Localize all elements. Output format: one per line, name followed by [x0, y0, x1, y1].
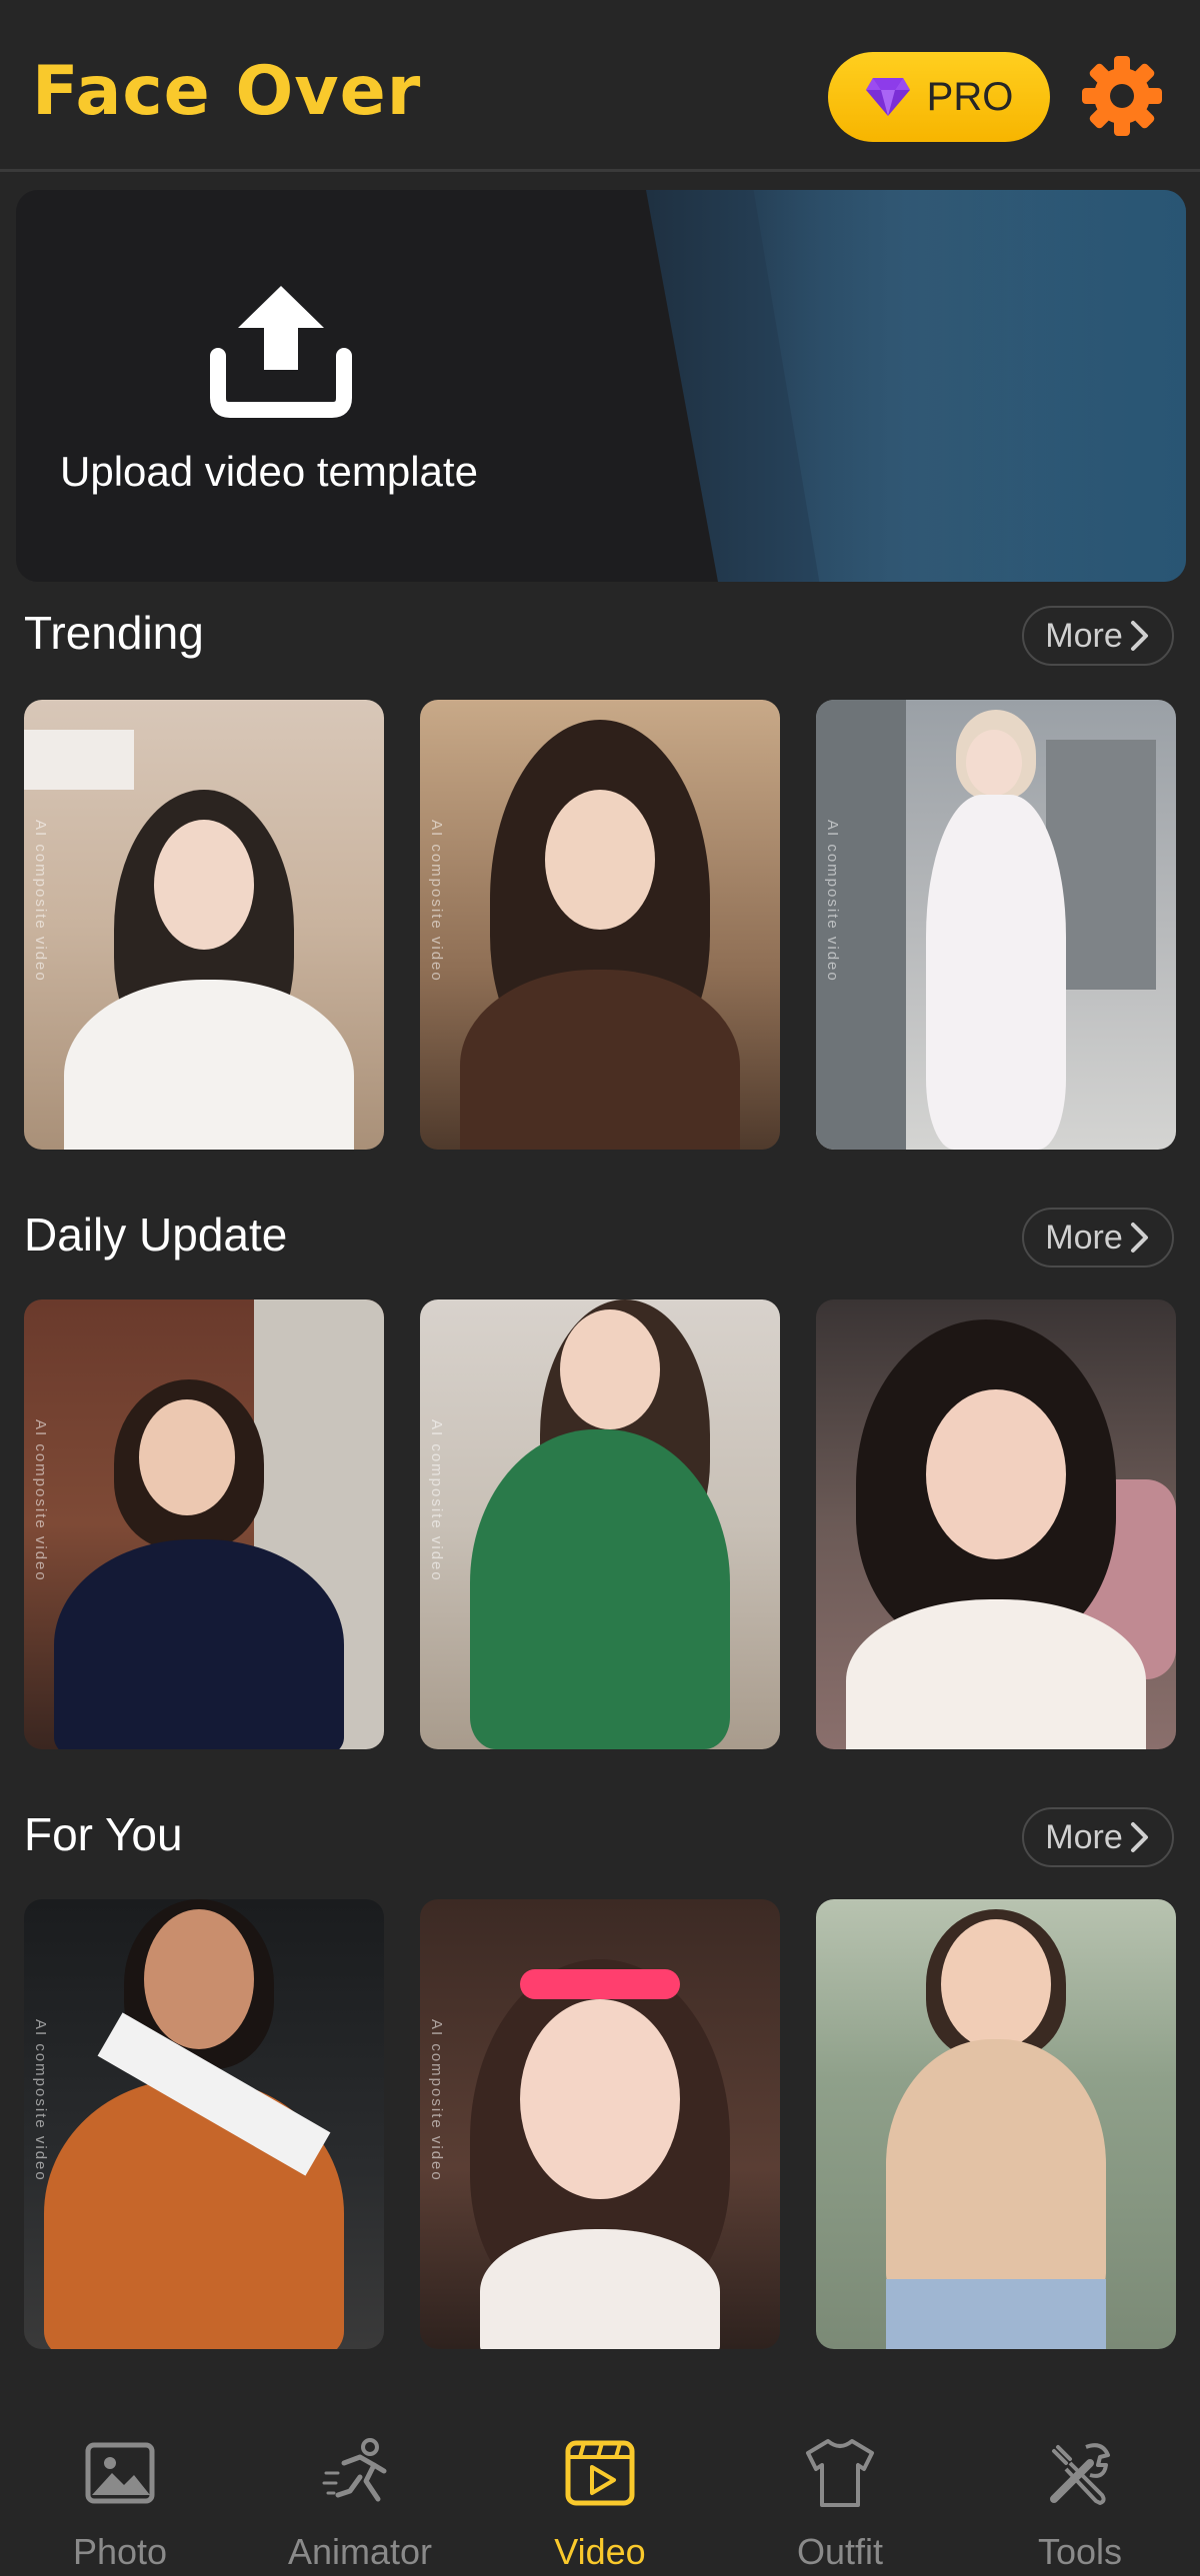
watermark: AI composite video — [32, 820, 49, 983]
gear-icon[interactable] — [1078, 52, 1166, 140]
header-bar: Face Over PRO — [0, 0, 1200, 172]
bottom-navigation: Photo Animator Video Outfit Tools — [0, 2379, 1200, 2576]
heart-crown — [520, 1969, 680, 1999]
video-thumbnail[interactable]: AI composite video — [420, 700, 780, 1150]
face — [545, 790, 655, 930]
nav-item-outfit[interactable]: Outfit — [720, 2379, 960, 2576]
more-button-daily-update[interactable]: More — [1022, 1208, 1174, 1268]
tools-icon — [1050, 2443, 1110, 2505]
nav-label-tools: Tools — [1037, 2531, 1123, 2572]
watermark: AI composite video — [824, 820, 841, 983]
air-conditioner — [24, 730, 134, 790]
face — [966, 730, 1022, 796]
video-play-icon — [565, 2440, 635, 2506]
nav-item-tools[interactable]: Tools — [960, 2379, 1200, 2576]
video-thumbnail[interactable] — [816, 1299, 1176, 1749]
more-label: More — [1045, 1817, 1123, 1856]
top — [886, 2039, 1106, 2299]
pro-label: PRO — [926, 74, 1014, 119]
video-thumbnail[interactable]: AI composite video — [420, 1299, 780, 1749]
jeans — [886, 2279, 1106, 2349]
more-label: More — [1045, 616, 1123, 655]
face — [926, 1389, 1066, 1559]
watermark: AI composite video — [428, 820, 445, 983]
face — [560, 1309, 660, 1429]
section-title-trending: Trending — [24, 607, 204, 659]
section-title-for-you: For You — [24, 1808, 183, 1860]
video-thumbnail[interactable]: AI composite video — [24, 1899, 384, 2349]
video-thumbnail[interactable]: AI composite video — [420, 1899, 780, 2349]
section-title-daily-update: Daily Update — [24, 1209, 288, 1261]
nav-item-photo[interactable]: Photo — [0, 2379, 240, 2576]
diamond-icon — [865, 78, 910, 116]
image-icon — [85, 2442, 155, 2504]
more-label: More — [1045, 1218, 1123, 1257]
shirt — [64, 980, 354, 1150]
upload-label: Upload video template — [60, 448, 478, 495]
running-figure-icon — [322, 2438, 387, 2502]
face — [941, 1919, 1051, 2049]
nav-item-animator[interactable]: Animator — [240, 2379, 480, 2576]
video-thumbnail[interactable]: AI composite video — [24, 1299, 384, 1749]
watermark: AI composite video — [428, 1419, 445, 1582]
top — [480, 2229, 720, 2349]
face — [144, 1909, 254, 2049]
nav-item-video[interactable]: Video — [480, 2379, 720, 2576]
face — [139, 1399, 235, 1515]
top — [846, 1599, 1146, 1749]
top — [54, 1539, 344, 1749]
more-button-trending[interactable]: More — [1022, 606, 1174, 666]
upload-icon — [210, 286, 352, 418]
video-thumbnail[interactable]: AI composite video — [816, 700, 1176, 1150]
watermark: AI composite video — [428, 2019, 445, 2182]
watermark: AI composite video — [32, 1419, 49, 1582]
nav-label-photo: Photo — [72, 2531, 168, 2572]
chevron-right-icon — [1130, 621, 1148, 651]
dress — [926, 795, 1066, 1150]
video-thumbnail[interactable]: AI composite video — [24, 700, 384, 1150]
upload-video-template-button[interactable] — [16, 190, 1186, 582]
tshirt-icon — [806, 2439, 874, 2507]
chevron-right-icon — [1130, 1223, 1148, 1253]
chevron-right-icon — [1130, 1822, 1148, 1852]
face — [520, 1999, 680, 2199]
watermark: AI composite video — [32, 2019, 49, 2182]
green-shirt — [470, 1429, 730, 1749]
nav-label-video: Video — [554, 2531, 646, 2572]
video-thumbnail[interactable] — [816, 1899, 1176, 2349]
face — [154, 820, 254, 950]
nav-label-outfit: Outfit — [796, 2531, 884, 2572]
top — [460, 970, 740, 1150]
more-button-for-you[interactable]: More — [1022, 1807, 1174, 1867]
app-title: Face Over — [32, 52, 422, 131]
pro-button[interactable]: PRO — [828, 52, 1050, 142]
nav-label-animator: Animator — [287, 2531, 433, 2572]
